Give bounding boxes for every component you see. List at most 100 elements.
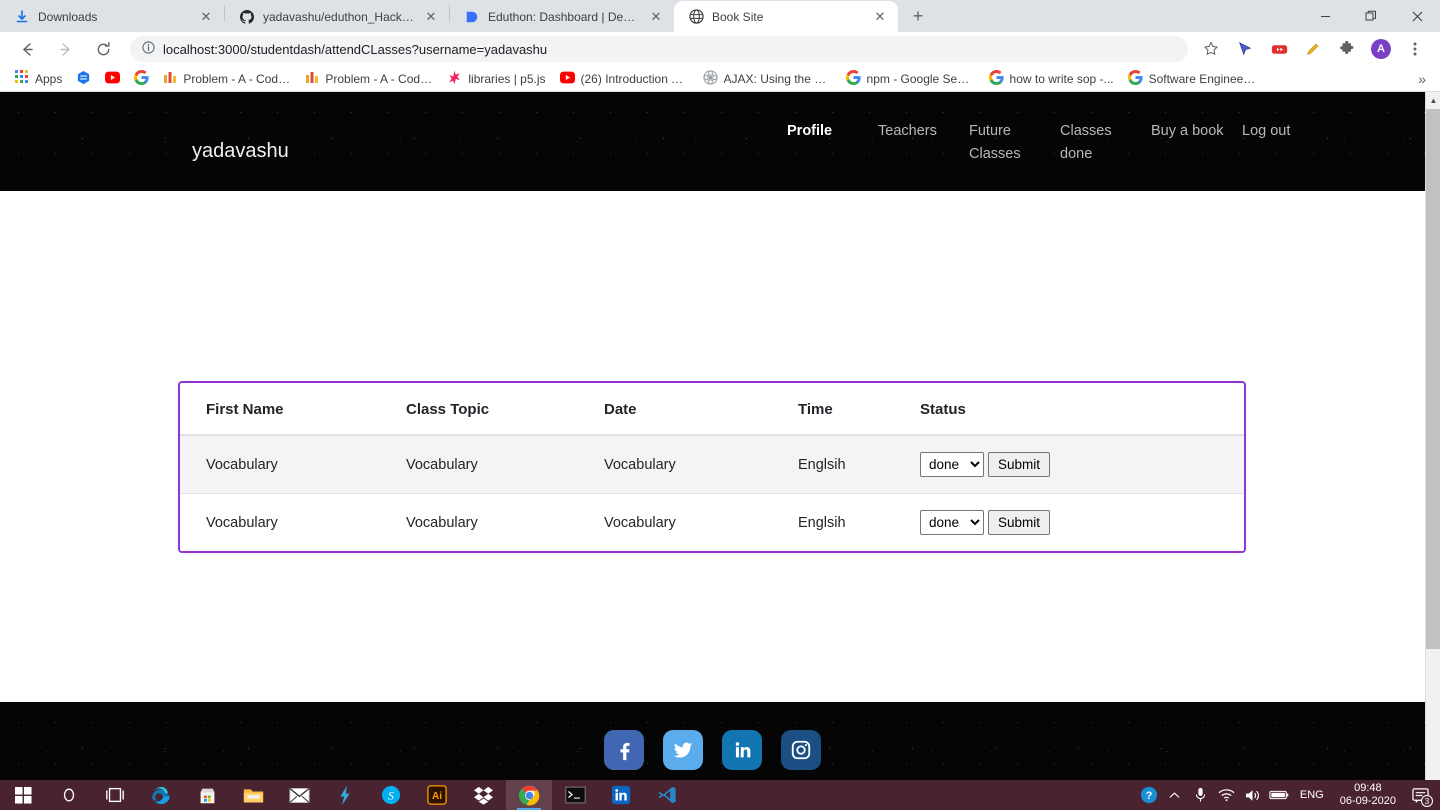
google-chrome-button[interactable]	[506, 780, 552, 810]
chevron-up-icon[interactable]	[1162, 780, 1188, 810]
notification-badge: 3	[1421, 795, 1433, 807]
bookmark-npm-search[interactable]: npm - Google Search	[839, 68, 982, 90]
input-language[interactable]: ENG	[1292, 789, 1332, 801]
nav-link-log-out[interactable]: Log out	[1242, 120, 1333, 143]
illustrator-button[interactable]: Ai	[414, 780, 460, 810]
social-links	[0, 730, 1425, 770]
wifi-icon[interactable]	[1214, 780, 1240, 810]
browser-tab-book-site[interactable]: Book Site ✕	[674, 1, 898, 32]
browser-tab-devfolio[interactable]: Eduthon: Dashboard | Devfolio ✕	[450, 1, 674, 32]
battery-icon[interactable]	[1266, 780, 1292, 810]
close-icon[interactable]: ✕	[198, 9, 214, 25]
pencil-extension-icon[interactable]	[1299, 35, 1327, 63]
notifications-button[interactable]: 3	[1404, 780, 1436, 810]
reload-button[interactable]	[89, 35, 117, 63]
close-icon[interactable]: ✕	[872, 9, 888, 25]
linkedin-app-button[interactable]	[598, 780, 644, 810]
bookmark-youtube-intro[interactable]: (26) Introduction To...	[553, 68, 696, 90]
twitter-icon[interactable]	[663, 730, 703, 770]
cursor-extension-icon[interactable]	[1231, 35, 1259, 63]
status-controls: done not done Submit	[920, 452, 1232, 477]
tab-title: yadavashu/eduthon_Hackathon:	[263, 9, 415, 24]
nav-link-future-classes[interactable]: Future Classes	[969, 120, 1060, 166]
browser-tab-github[interactable]: yadavashu/eduthon_Hackathon: ✕	[225, 1, 449, 32]
table-row: Vocabulary Vocabulary Vocabulary Englsih…	[180, 493, 1244, 551]
site-brand[interactable]: yadavashu	[192, 140, 289, 163]
bookmark-codechef-2[interactable]: Problem - A - Code...	[298, 68, 440, 89]
bookmarks-overflow-button[interactable]: »	[1418, 71, 1432, 87]
dropbox-button[interactable]	[460, 780, 506, 810]
close-icon[interactable]: ✕	[648, 9, 664, 25]
window-controls	[1302, 0, 1440, 32]
classes-table: First Name Class Topic Date Time Status …	[180, 383, 1244, 551]
microsoft-edge-button[interactable]	[138, 780, 184, 810]
puzzle-extensions-icon[interactable]	[1333, 35, 1361, 63]
column-header-class-topic: Class Topic	[380, 383, 578, 436]
clock-time: 09:48	[1354, 782, 1382, 794]
star-icon[interactable]	[1197, 35, 1225, 63]
minimize-button[interactable]	[1302, 0, 1348, 32]
skype-button[interactable]: S	[368, 780, 414, 810]
status-select[interactable]: done not done	[920, 452, 984, 477]
bookmark-apps[interactable]: Apps	[8, 68, 69, 89]
powershell-button[interactable]	[322, 780, 368, 810]
microsoft-store-button[interactable]	[184, 780, 230, 810]
bookmark-youtube[interactable]	[98, 68, 127, 90]
status-select[interactable]: done not done	[920, 510, 984, 535]
bookmark-codechef-1[interactable]: Problem - A - Code...	[156, 68, 298, 89]
microphone-icon[interactable]	[1188, 780, 1214, 810]
three-dot-menu-icon[interactable]	[1401, 35, 1429, 63]
bookmark-software-eng[interactable]: Software Engineeri...	[1121, 68, 1264, 90]
nav-link-teachers[interactable]: Teachers	[878, 120, 969, 143]
video-extension-icon[interactable]	[1265, 35, 1293, 63]
bookmark-sop-search[interactable]: how to write sop -...	[982, 68, 1121, 90]
bookmark-google[interactable]	[127, 68, 156, 90]
facebook-icon[interactable]	[604, 730, 644, 770]
scrollbar-thumb[interactable]	[1426, 109, 1440, 649]
taskbar-apps: S Ai	[0, 780, 690, 810]
scroll-up-arrow-icon[interactable]: ▲	[1426, 92, 1440, 109]
cell-time: Englsih	[772, 493, 894, 551]
mail-button[interactable]	[276, 780, 322, 810]
cell-class-topic: Vocabulary	[380, 493, 578, 551]
info-circle-icon[interactable]	[142, 41, 155, 57]
browser-tab-downloads[interactable]: Downloads ✕	[0, 1, 224, 32]
github-icon	[239, 9, 255, 25]
profile-avatar[interactable]: A	[1367, 35, 1395, 63]
svg-text:?: ?	[1146, 790, 1153, 802]
column-header-status: Status	[894, 383, 1244, 436]
bookmark-label: Apps	[35, 71, 63, 86]
bookmark-p5js[interactable]: libraries | p5.js	[440, 68, 552, 90]
google-icon	[988, 69, 1004, 88]
restore-button[interactable]	[1348, 0, 1394, 32]
new-tab-button[interactable]: +	[904, 2, 932, 30]
close-button[interactable]	[1394, 0, 1440, 32]
cell-first-name: Vocabulary	[180, 434, 380, 494]
start-button[interactable]	[0, 780, 46, 810]
submit-button[interactable]: Submit	[988, 510, 1051, 535]
nav-link-classes-done[interactable]: Classes done	[1060, 120, 1151, 166]
address-bar[interactable]: localhost:3000/studentdash/attendCLasses…	[130, 36, 1188, 62]
forward-button[interactable]	[51, 35, 79, 63]
back-button[interactable]	[13, 35, 41, 63]
vs-code-button[interactable]	[644, 780, 690, 810]
linkedin-icon[interactable]	[722, 730, 762, 770]
nav-link-buy-a-book[interactable]: Buy a book	[1151, 120, 1242, 143]
file-explorer-button[interactable]	[230, 780, 276, 810]
instagram-icon[interactable]	[781, 730, 821, 770]
help-circle-icon[interactable]: ?	[1136, 780, 1162, 810]
cortana-search-button[interactable]	[46, 780, 92, 810]
terminal-button[interactable]	[552, 780, 598, 810]
close-icon[interactable]: ✕	[423, 9, 439, 25]
volume-icon[interactable]	[1240, 780, 1266, 810]
page-viewport: yadavashu Profile Teachers Future Classe…	[0, 92, 1440, 780]
page-scrollbar[interactable]: ▲	[1425, 92, 1440, 780]
bookmark-blue-hex[interactable]	[69, 68, 98, 90]
nav-link-profile[interactable]: Profile	[787, 120, 878, 143]
clock[interactable]: 09:48 06-09-2020	[1332, 782, 1404, 808]
submit-button[interactable]: Submit	[988, 452, 1051, 477]
bookmark-ajax-mdn[interactable]: AJAX: Using the XM...	[696, 68, 839, 90]
web-page: yadavashu Profile Teachers Future Classe…	[0, 92, 1425, 780]
devfolio-icon	[464, 9, 480, 25]
task-view-button[interactable]	[92, 780, 138, 810]
